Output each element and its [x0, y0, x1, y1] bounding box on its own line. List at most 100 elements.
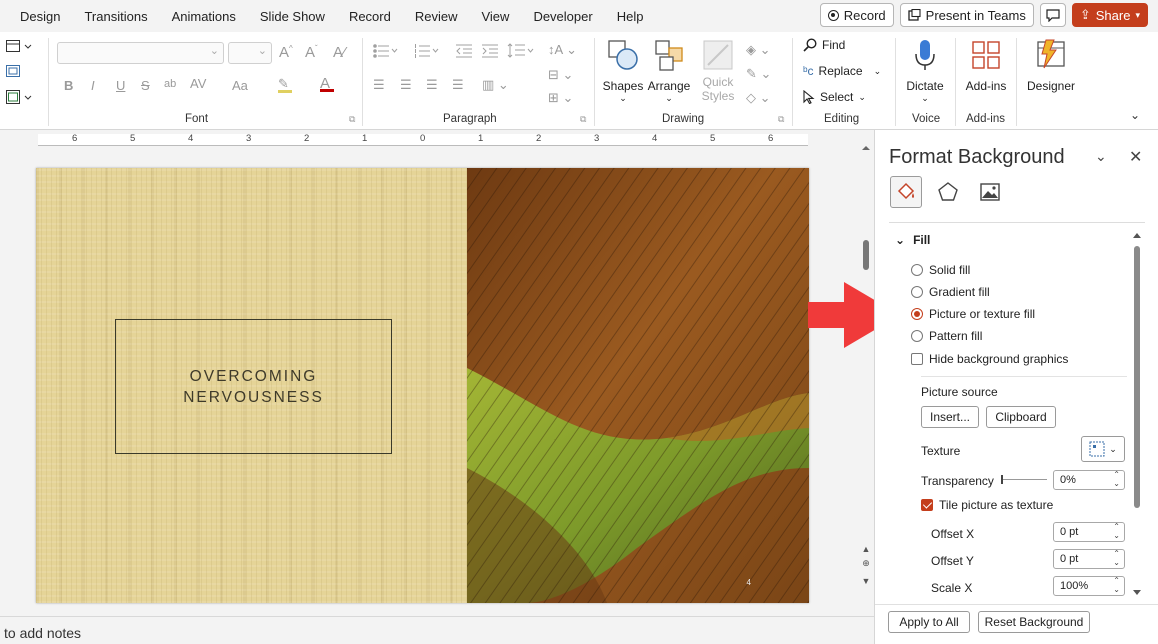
slide-title-line: OVERCOMING	[189, 367, 318, 385]
increase-font-icon[interactable]: A^	[279, 44, 293, 61]
change-case-button[interactable]: Aa	[232, 78, 248, 93]
layout-icon[interactable]	[6, 40, 34, 52]
svg-text:▲: ▲	[862, 544, 871, 554]
apply-to-all-button[interactable]: Apply to All	[888, 611, 970, 633]
highlighter-icon[interactable]: ✎	[278, 76, 292, 93]
voice-group-label: Voice	[912, 113, 941, 125]
slider-thumb[interactable]	[1001, 475, 1003, 484]
notes-pane[interactable]: to add notes	[0, 616, 874, 644]
text-direction-icon[interactable]: ↕A ⌄	[548, 42, 577, 58]
align-text-icon[interactable]: ⊟ ⌄	[548, 67, 573, 83]
picture-tab[interactable]	[974, 176, 1006, 208]
solid-fill-radio[interactable]	[911, 264, 923, 276]
tile-picture-checkbox[interactable]	[921, 499, 933, 511]
title-placeholder[interactable]: OVERCOMING NERVOUSNESS	[115, 319, 392, 454]
tab-slide-show[interactable]: Slide Show	[248, 9, 337, 24]
chevron-down-icon: ▾	[1135, 9, 1140, 20]
tab-view[interactable]: View	[469, 9, 521, 24]
collapse-ribbon-icon[interactable]: ⌄	[1130, 108, 1140, 122]
hide-background-graphics-option[interactable]: Hide background graphics	[911, 352, 1068, 366]
present-in-teams-button[interactable]: Present in Teams	[899, 3, 1034, 27]
pane-scrollbar[interactable]	[1131, 230, 1143, 600]
gradient-fill-radio[interactable]	[911, 286, 923, 298]
slide-canvas[interactable]: OVERCOMING NERVOUSNESS 4	[36, 168, 809, 603]
close-icon[interactable]: ✕	[1129, 147, 1142, 167]
align-left-icon[interactable]: ☰	[373, 77, 385, 93]
clear-formatting-icon[interactable]: A⁄	[333, 44, 346, 61]
insert-picture-button[interactable]: Insert...	[921, 406, 979, 428]
hide-background-checkbox[interactable]	[911, 353, 923, 365]
smartart-icon[interactable]: ⊞ ⌄	[548, 90, 573, 106]
select-button[interactable]: Select ⌄	[803, 90, 866, 104]
offset-y-input[interactable]: 0 pt	[1053, 549, 1125, 569]
shape-outline-icon[interactable]: ✎ ⌄	[746, 66, 771, 82]
tab-review[interactable]: Review	[403, 9, 470, 24]
section-icon[interactable]	[6, 90, 34, 104]
font-family-combo[interactable]	[57, 42, 224, 64]
tile-picture-option[interactable]: Tile picture as texture	[921, 498, 1053, 512]
fill-section-header[interactable]: ⌄ Fill	[895, 233, 930, 247]
dialog-launcher-icon[interactable]: ⧉	[349, 114, 355, 125]
solid-fill-option[interactable]: Solid fill	[911, 263, 970, 277]
quick-styles-button[interactable]: Quick Styles	[694, 38, 742, 103]
pattern-fill-radio[interactable]	[911, 330, 923, 342]
replace-button[interactable]: ᵇc Replace ⌄	[803, 64, 881, 78]
pane-options-icon[interactable]: ⌄	[1095, 148, 1107, 165]
scale-x-input[interactable]: 100%	[1053, 576, 1125, 596]
offset-x-input[interactable]: 0 pt	[1053, 522, 1125, 542]
ribbon-separator	[594, 38, 595, 126]
tab-record[interactable]: Record	[337, 9, 403, 24]
add-ins-button[interactable]: Add-ins	[962, 38, 1010, 93]
designer-button[interactable]: Designer	[1024, 38, 1078, 93]
arrange-button[interactable]: Arrange ⌄	[646, 38, 692, 104]
texture-picker[interactable]: ⌄	[1081, 436, 1125, 462]
slide-scrollbar[interactable]: ▲ ⊕ ▼	[858, 146, 874, 596]
record-button[interactable]: Record	[819, 3, 894, 27]
italic-button[interactable]: I	[91, 78, 95, 93]
decrease-font-icon[interactable]: Aˇ	[305, 44, 318, 61]
transparency-slider[interactable]	[1001, 475, 1047, 484]
shape-fill-icon[interactable]: ◈ ⌄	[746, 42, 771, 58]
font-size-combo[interactable]	[228, 42, 272, 64]
decrease-indent-icon[interactable]	[456, 44, 472, 58]
reset-slide-icon[interactable]	[6, 65, 20, 77]
tab-design[interactable]: Design	[8, 9, 72, 24]
tab-transitions[interactable]: Transitions	[72, 9, 159, 24]
shapes-button[interactable]: Shapes ⌄	[602, 38, 644, 104]
tab-developer[interactable]: Developer	[521, 9, 604, 24]
reset-background-button[interactable]: Reset Background	[978, 611, 1090, 633]
picture-fill-option[interactable]: Picture or texture fill	[911, 307, 1035, 321]
transparency-input[interactable]: 0%	[1053, 470, 1125, 490]
bold-button[interactable]: B	[64, 78, 73, 93]
dialog-launcher-icon[interactable]: ⧉	[580, 114, 586, 125]
shape-effects-icon[interactable]: ◇ ⌄	[746, 90, 771, 106]
fill-tab[interactable]	[890, 176, 922, 208]
dictate-button[interactable]: Dictate ⌄	[902, 38, 948, 104]
line-spacing-icon[interactable]	[507, 43, 535, 59]
horizontal-ruler: 6 5 4 3 2 1 0 1 2 3 4 5 6	[38, 133, 808, 146]
tab-help[interactable]: Help	[605, 9, 656, 24]
picture-fill-radio[interactable]	[911, 308, 923, 320]
align-center-icon[interactable]: ☰	[400, 77, 412, 93]
character-spacing-button[interactable]: AV	[190, 76, 206, 91]
columns-icon[interactable]: ▥ ⌄	[482, 77, 509, 93]
bullets-icon[interactable]	[373, 44, 399, 58]
pattern-fill-option[interactable]: Pattern fill	[911, 329, 982, 343]
effects-tab[interactable]	[932, 176, 964, 208]
numbering-icon[interactable]	[414, 44, 440, 58]
comments-button[interactable]	[1039, 3, 1066, 27]
justify-icon[interactable]: ☰	[452, 77, 464, 93]
dialog-launcher-icon[interactable]: ⧉	[778, 114, 784, 125]
shadow-button[interactable]: ab	[164, 78, 176, 90]
tab-animations[interactable]: Animations	[160, 9, 248, 24]
clipboard-button[interactable]: Clipboard	[986, 406, 1056, 428]
increase-indent-icon[interactable]	[482, 44, 498, 58]
align-right-icon[interactable]: ☰	[426, 77, 438, 93]
field-picture[interactable]	[467, 168, 809, 603]
gradient-fill-option[interactable]: Gradient fill	[911, 285, 990, 299]
share-button[interactable]: ⇪ Share ▾	[1071, 3, 1148, 27]
strikethrough-button[interactable]: S	[141, 78, 150, 93]
find-button[interactable]: Find	[803, 38, 845, 52]
underline-button[interactable]: U	[116, 78, 125, 93]
font-color-icon[interactable]: A	[320, 75, 334, 92]
